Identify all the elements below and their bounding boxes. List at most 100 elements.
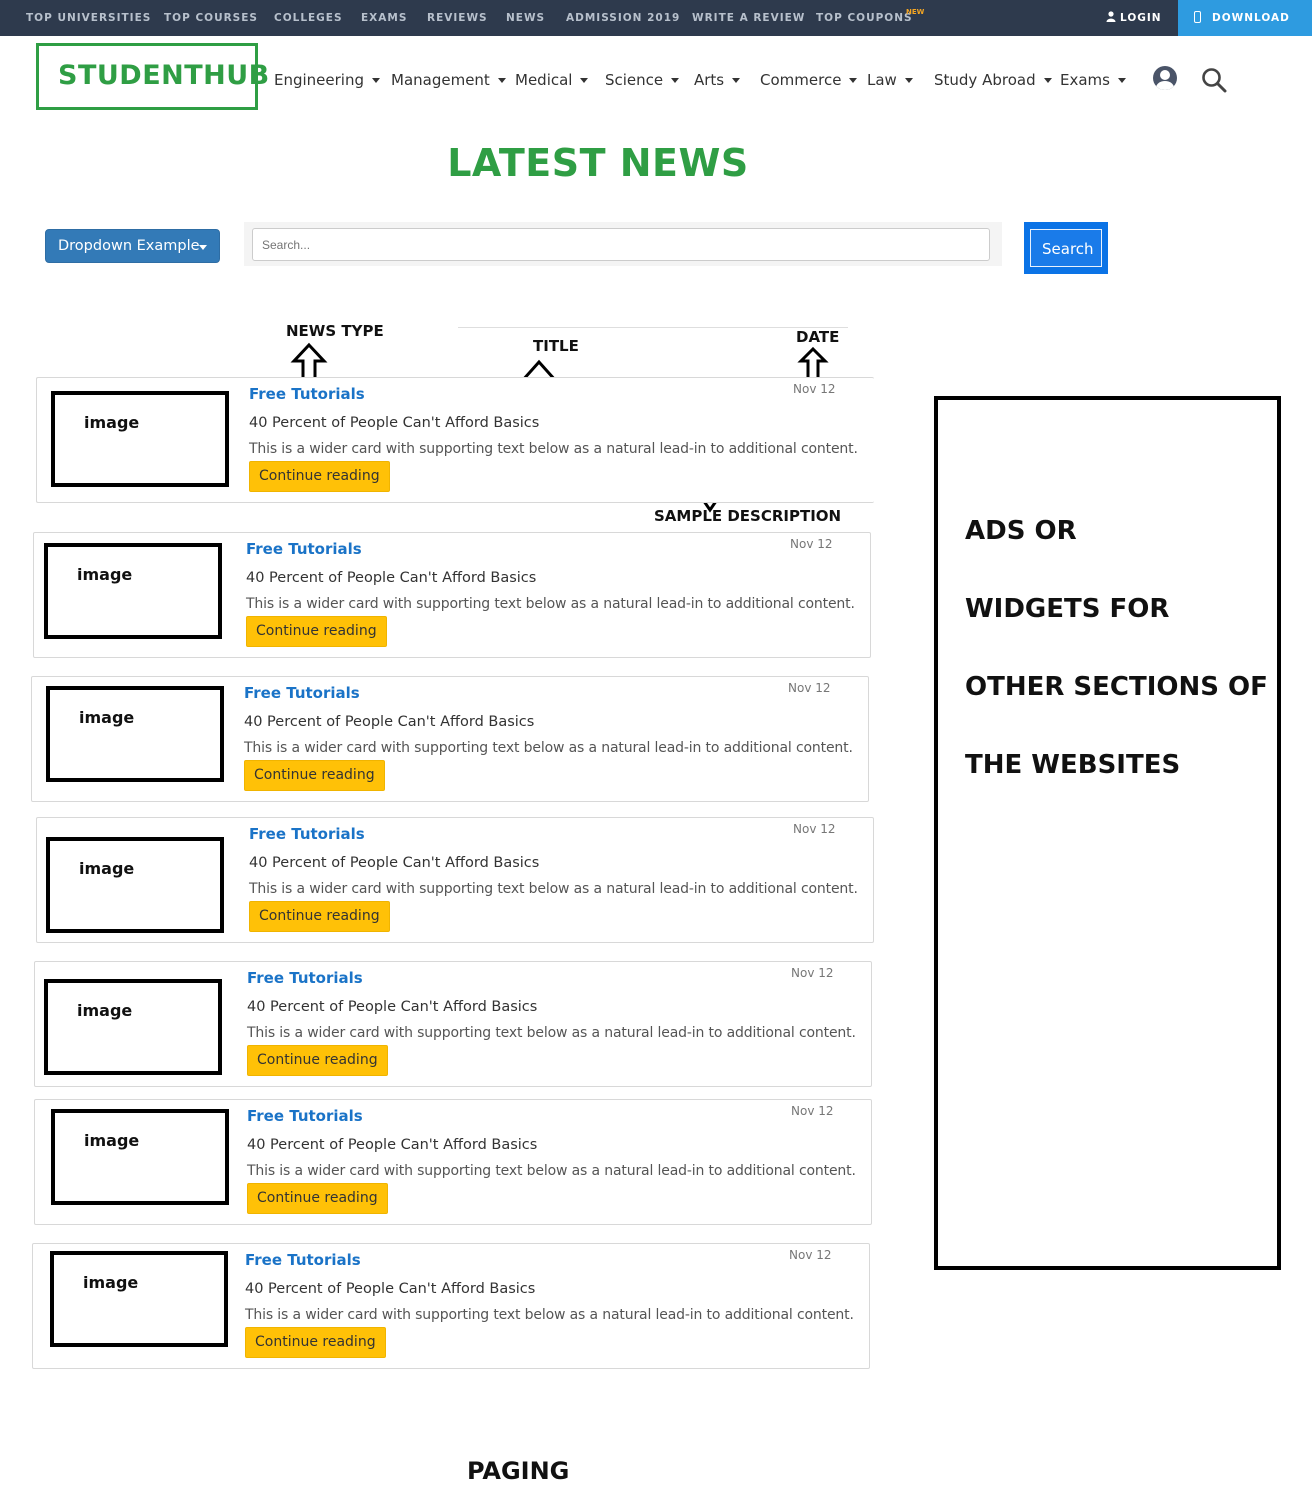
news-title[interactable]: 40 Percent of People Can't Afford Basics	[245, 1281, 535, 1297]
news-description: This is a wider card with supporting tex…	[249, 441, 858, 457]
nav-label: Medical	[515, 71, 573, 89]
topbar-link-exams[interactable]: EXAMS	[361, 12, 407, 24]
topbar-link-top-universities[interactable]: TOP UNIVERSITIES	[26, 12, 151, 24]
annotation-divider	[458, 327, 848, 328]
nav-science[interactable]: Science	[605, 71, 680, 89]
caret-down-icon	[671, 78, 680, 83]
annotation-date: DATE	[796, 328, 840, 346]
news-card: image Free Tutorials Nov 12 40 Percent o…	[32, 1243, 870, 1369]
news-type-link[interactable]: Free Tutorials	[244, 684, 360, 702]
news-type-link[interactable]: Free Tutorials	[246, 540, 362, 558]
news-title[interactable]: 40 Percent of People Can't Afford Basics	[244, 714, 534, 730]
news-card: image Free Tutorials Nov 12 40 Percent o…	[36, 817, 874, 943]
annotation-sample-description: SAMPLE DESCRIPTION	[654, 507, 842, 525]
paging-area[interactable]: PAGING	[467, 1457, 569, 1485]
phone-icon	[1194, 11, 1201, 23]
ads-widget-panel: ADS OR WIDGETS FOR OTHER SECTIONS OF THE…	[934, 396, 1281, 1270]
search-button[interactable]: Search	[1030, 229, 1102, 267]
news-card: image Free Tutorials Nov 12 40 Percent o…	[31, 676, 869, 802]
news-date: Nov 12	[788, 681, 831, 695]
news-type-link[interactable]: Free Tutorials	[249, 825, 365, 843]
continue-reading-button[interactable]: Continue reading	[249, 901, 390, 932]
logo[interactable]: STUDENTHUB	[36, 43, 269, 110]
news-date: Nov 12	[791, 1104, 834, 1118]
clipped-heading-fragment	[928, 363, 1008, 373]
news-title[interactable]: 40 Percent of People Can't Afford Basics	[249, 855, 539, 871]
image-label: image	[77, 1001, 133, 1020]
image-placeholder: image	[44, 979, 222, 1075]
caret-down-icon	[849, 78, 858, 83]
dropdown-button[interactable]: Dropdown Example	[45, 229, 220, 263]
nav-label: Management	[391, 71, 490, 89]
news-card: image Free Tutorials Nov 12 40 Percent o…	[36, 377, 874, 503]
user-avatar-icon[interactable]	[1153, 66, 1177, 90]
news-type-link[interactable]: Free Tutorials	[245, 1251, 361, 1269]
avatar-body	[1156, 81, 1174, 90]
login-link[interactable]: LOGIN	[1106, 11, 1162, 24]
nav-study-abroad[interactable]: Study Abroad	[934, 71, 1052, 89]
topbar-link-write-a-review[interactable]: WRITE A REVIEW	[692, 12, 805, 24]
nav-commerce[interactable]: Commerce	[760, 71, 858, 89]
news-title[interactable]: 40 Percent of People Can't Afford Basics	[247, 999, 537, 1015]
news-description: This is a wider card with supporting tex…	[246, 596, 855, 612]
news-description: This is a wider card with supporting tex…	[247, 1163, 856, 1179]
topbar-link-top-coupons[interactable]: TOP COUPONS	[816, 12, 913, 24]
arrow-up-icon	[797, 346, 829, 381]
nav-medical[interactable]: Medical	[515, 71, 589, 89]
caret-down-icon	[904, 78, 913, 83]
caret-down-icon	[1043, 78, 1052, 83]
news-title[interactable]: 40 Percent of People Can't Afford Basics	[247, 1137, 537, 1153]
continue-reading-button[interactable]: Continue reading	[244, 760, 385, 791]
continue-reading-button[interactable]: Continue reading	[249, 461, 390, 492]
search-input[interactable]	[252, 228, 990, 261]
dropdown-label: Dropdown Example	[58, 238, 200, 254]
news-type-link[interactable]: Free Tutorials	[247, 969, 363, 987]
nav-label: Arts	[694, 71, 725, 89]
topbar-link-reviews[interactable]: REVIEWS	[427, 12, 488, 24]
side-panel-line: THE WEBSITES	[965, 750, 1181, 780]
continue-reading-button[interactable]: Continue reading	[246, 616, 387, 647]
news-title[interactable]: 40 Percent of People Can't Afford Basics	[249, 415, 539, 431]
download-label: DOWNLOAD	[1212, 12, 1290, 24]
news-description: This is a wider card with supporting tex…	[249, 881, 858, 897]
new-badge: NEW	[906, 8, 925, 16]
topbar-link-top-courses[interactable]: TOP COURSES	[164, 12, 258, 24]
top-bar: TOP UNIVERSITIES TOP COURSES COLLEGES EX…	[0, 0, 1312, 36]
caret-down-icon	[372, 78, 380, 83]
news-card: image Free Tutorials Nov 12 40 Percent o…	[34, 961, 872, 1087]
side-panel-line: OTHER SECTIONS OF	[965, 672, 1268, 702]
caret-down-icon	[580, 78, 589, 83]
news-title[interactable]: 40 Percent of People Can't Afford Basics	[246, 570, 536, 586]
nav-law[interactable]: Law	[867, 71, 913, 89]
news-date: Nov 12	[789, 1248, 832, 1262]
news-date: Nov 12	[793, 382, 836, 396]
continue-reading-button[interactable]: Continue reading	[247, 1045, 388, 1076]
topbar-link-admission-2019[interactable]: ADMISSION 2019	[566, 12, 680, 24]
annotation-title: TITLE	[533, 337, 579, 355]
page-title: LATEST NEWS	[447, 141, 749, 185]
image-placeholder: image	[46, 837, 224, 933]
nav-exams[interactable]: Exams	[1060, 71, 1126, 89]
nav-engineering[interactable]: Engineering	[274, 71, 380, 89]
search-icon[interactable]	[1201, 67, 1227, 93]
nav-management[interactable]: Management	[391, 71, 506, 89]
nav-arts[interactable]: Arts	[694, 71, 741, 89]
topbar-link-news[interactable]: NEWS	[506, 12, 545, 24]
caret-down-icon	[199, 245, 207, 250]
image-placeholder: image	[50, 1251, 228, 1347]
news-description: This is a wider card with supporting tex…	[247, 1025, 856, 1041]
download-button[interactable]: DOWNLOAD	[1178, 0, 1312, 36]
side-panel-line: ADS OR	[965, 516, 1077, 546]
nav-label: Exams	[1060, 71, 1110, 89]
topbar-link-colleges[interactable]: COLLEGES	[274, 12, 343, 24]
continue-reading-button[interactable]: Continue reading	[247, 1183, 388, 1214]
side-panel-line: WIDGETS FOR	[965, 594, 1170, 624]
image-label: image	[84, 413, 140, 432]
image-placeholder: image	[51, 1109, 229, 1205]
avatar-head	[1160, 70, 1170, 80]
nav-label: Science	[605, 71, 664, 89]
news-type-link[interactable]: Free Tutorials	[247, 1107, 363, 1125]
news-type-link[interactable]: Free Tutorials	[249, 385, 365, 403]
search-button-label: Search	[1042, 240, 1094, 258]
continue-reading-button[interactable]: Continue reading	[245, 1327, 386, 1358]
